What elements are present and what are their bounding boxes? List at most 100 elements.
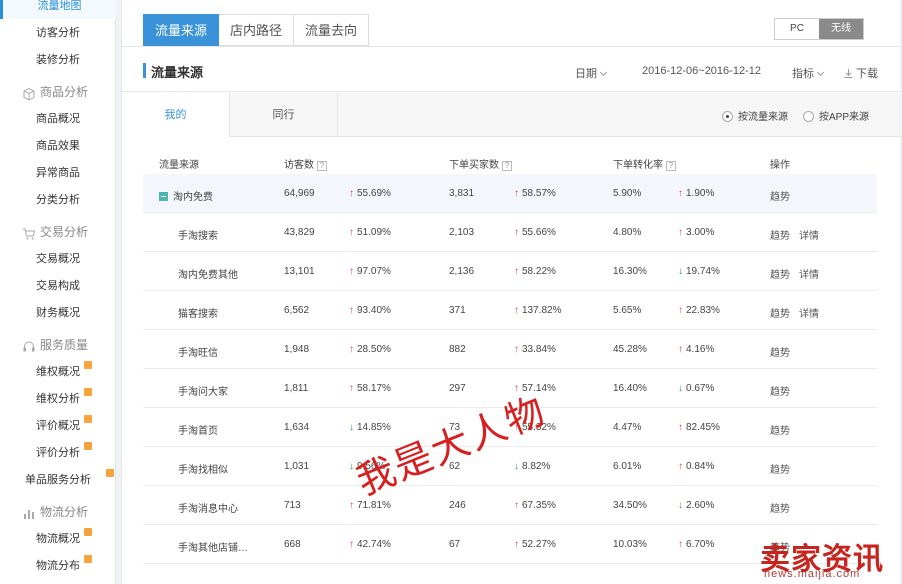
cell-visitors: 1,811 xyxy=(284,383,309,394)
table-row: 手淘消息中心 713 ↑ 71.81% 246 ↑ 67.35% 34.50% ↓ 2… xyxy=(143,486,877,525)
cell-buyers-change: ↑ 58.57% xyxy=(514,188,556,199)
cell-visitors-change: ↑ 55.69% xyxy=(349,188,391,199)
cell-visitors-change: ↑ 58.17% xyxy=(349,383,391,394)
change-value: 33.84% xyxy=(522,344,556,355)
sidebar-item[interactable]: 评价分析 xyxy=(0,441,116,465)
trend-link[interactable]: 趋势 xyxy=(770,504,790,515)
sidebar-item[interactable]: 装修分析 xyxy=(0,48,116,72)
cell-rate: 4.47% xyxy=(613,422,642,433)
detail-link[interactable]: 详情 xyxy=(799,231,819,242)
tab-0[interactable]: 流量来源 xyxy=(143,14,220,46)
change-value: 137.82% xyxy=(522,305,562,316)
date-range[interactable]: 2016-12-06~2016-12-12 xyxy=(642,65,761,77)
sidebar-item[interactable]: 商品概况 xyxy=(0,107,116,131)
trend-link[interactable]: 趋势 xyxy=(770,270,790,281)
arrow-up-icon: ↑ xyxy=(514,188,519,199)
sidebar-item[interactable]: 财务概况 xyxy=(0,301,116,325)
sidebar-item[interactable]: 异常商品 xyxy=(0,161,116,185)
sidebar-item[interactable]: 维权概况 xyxy=(0,360,116,384)
cell-visitors-change: ↑ 28.50% xyxy=(349,344,391,355)
cell-buyers-change: ↑ 67.35% xyxy=(514,500,556,511)
cell-rate-change: ↑ 1.90% xyxy=(678,188,714,199)
cell-source[interactable]: 淘内免费 xyxy=(159,188,213,203)
section-title: 流量来源 xyxy=(151,65,204,80)
radio-by-traffic-source[interactable]: 按流量来源 xyxy=(722,108,788,123)
main-panel: 流量来源 店内路径 流量去向 PC 无线 流量来源 日期 2016-12-06~20… xyxy=(121,0,901,584)
help-icon[interactable]: ? xyxy=(317,161,327,171)
help-icon[interactable]: ? xyxy=(666,161,676,171)
cell-buyers-change: ↑ 52.27% xyxy=(514,539,556,550)
cell-rate-change: ↑ 0.84% xyxy=(678,461,714,472)
collapse-icon[interactable] xyxy=(159,192,168,201)
cell-visitors-change: ↑ 97.07% xyxy=(349,266,391,277)
col-visitors: 访客数? xyxy=(284,156,327,171)
sidebar-group: 物流分析 xyxy=(0,500,116,524)
cell-rate: 5.65% xyxy=(613,305,642,316)
subtab-peers[interactable]: 同行 xyxy=(230,93,338,137)
sidebar-group-label: 商品分析 xyxy=(40,85,89,99)
sidebar-item[interactable]: 访客分析 xyxy=(0,21,116,45)
sidebar-item[interactable]: 物流分布 xyxy=(0,554,116,578)
source-name: 手淘问大家 xyxy=(178,387,228,398)
cell-visitors: 668 xyxy=(284,539,301,550)
metrics-dropdown[interactable]: 指标 xyxy=(792,65,825,81)
change-value: 28.50% xyxy=(357,344,391,355)
cell-rate: 10.03% xyxy=(613,539,647,550)
cell-source: 手淘消息中心 xyxy=(178,500,238,515)
table-row: 淘内免费 64,969 ↑ 55.69% 3,831 ↑ 58.57% 5.90% … xyxy=(143,174,877,213)
sidebar-item-label: 商品概况 xyxy=(36,113,80,125)
radio-label: 按APP来源 xyxy=(819,112,870,123)
subtab-mine[interactable]: 我的 xyxy=(122,93,230,137)
tab-1[interactable]: 店内路径 xyxy=(219,14,295,46)
sidebar-item[interactable]: 流量地图 xyxy=(0,0,116,19)
sidebar-item[interactable]: 交易构成 xyxy=(0,274,116,298)
cell-actions: 趋势 xyxy=(770,383,799,398)
detail-link[interactable]: 详情 xyxy=(799,270,819,281)
sidebar-item[interactable]: 交易概况 xyxy=(0,247,116,271)
arrow-up-icon: ↑ xyxy=(514,344,519,355)
wireless-toggle[interactable]: 无线 xyxy=(819,19,863,39)
download-label: 下载 xyxy=(856,68,878,80)
change-value: 67.35% xyxy=(522,500,556,511)
download-button[interactable]: 下载 xyxy=(844,65,878,81)
cell-rate-change: ↑ 6.70% xyxy=(678,539,714,550)
sidebar-item[interactable]: 维权分析 xyxy=(0,387,116,411)
col-buyers: 下单买家数? xyxy=(449,156,512,171)
radio-by-app-source[interactable]: 按APP来源 xyxy=(803,108,869,123)
change-value: 93.40% xyxy=(357,305,391,316)
cell-visitors: 43,829 xyxy=(284,227,315,238)
sidebar-item[interactable]: 商品效果 xyxy=(0,134,116,158)
change-value: 42.74% xyxy=(357,539,391,550)
arrow-up-icon: ↑ xyxy=(514,500,519,511)
sidebar-item-label: 物流概况 xyxy=(36,533,80,545)
sidebar-item-label: 物流分布 xyxy=(36,560,80,572)
trend-link[interactable]: 趋势 xyxy=(770,231,790,242)
tab-2[interactable]: 流量去向 xyxy=(294,14,370,46)
trend-link[interactable]: 趋势 xyxy=(770,309,790,320)
top-tabs: 流量来源 店内路径 流量去向 xyxy=(143,14,370,46)
sidebar-item[interactable]: 物流概况 xyxy=(0,527,116,551)
help-icon[interactable]: ? xyxy=(502,161,512,171)
sidebar-item-label: 交易构成 xyxy=(36,280,80,292)
arrow-up-icon: ↑ xyxy=(514,539,519,550)
sidebar-item[interactable]: 分类分析 xyxy=(0,188,116,212)
detail-link[interactable]: 详情 xyxy=(799,309,819,320)
change-value: 97.07% xyxy=(357,266,391,277)
bar-icon xyxy=(22,505,36,519)
new-badge-icon xyxy=(84,555,92,563)
date-dropdown[interactable]: 日期 xyxy=(575,65,608,81)
sidebar-group: 服务质量 xyxy=(0,333,116,357)
trend-link[interactable]: 趋势 xyxy=(770,192,790,203)
trend-link[interactable]: 趋势 xyxy=(770,426,790,437)
sidebar-item-label: 交易概况 xyxy=(36,253,80,265)
trend-link[interactable]: 趋势 xyxy=(770,387,790,398)
box-icon xyxy=(22,85,36,101)
cell-buyers-change: ↑ 137.82% xyxy=(514,305,561,316)
sidebar-item[interactable]: 单品服务分析 xyxy=(0,468,116,492)
trend-link[interactable]: 趋势 xyxy=(770,348,790,359)
pc-toggle[interactable]: PC xyxy=(775,19,819,39)
trend-link[interactable]: 趋势 xyxy=(770,465,790,476)
sidebar-item[interactable]: 评价概况 xyxy=(0,414,116,438)
cell-actions: 趋势 xyxy=(770,461,799,476)
change-value: 0.67% xyxy=(686,383,715,394)
